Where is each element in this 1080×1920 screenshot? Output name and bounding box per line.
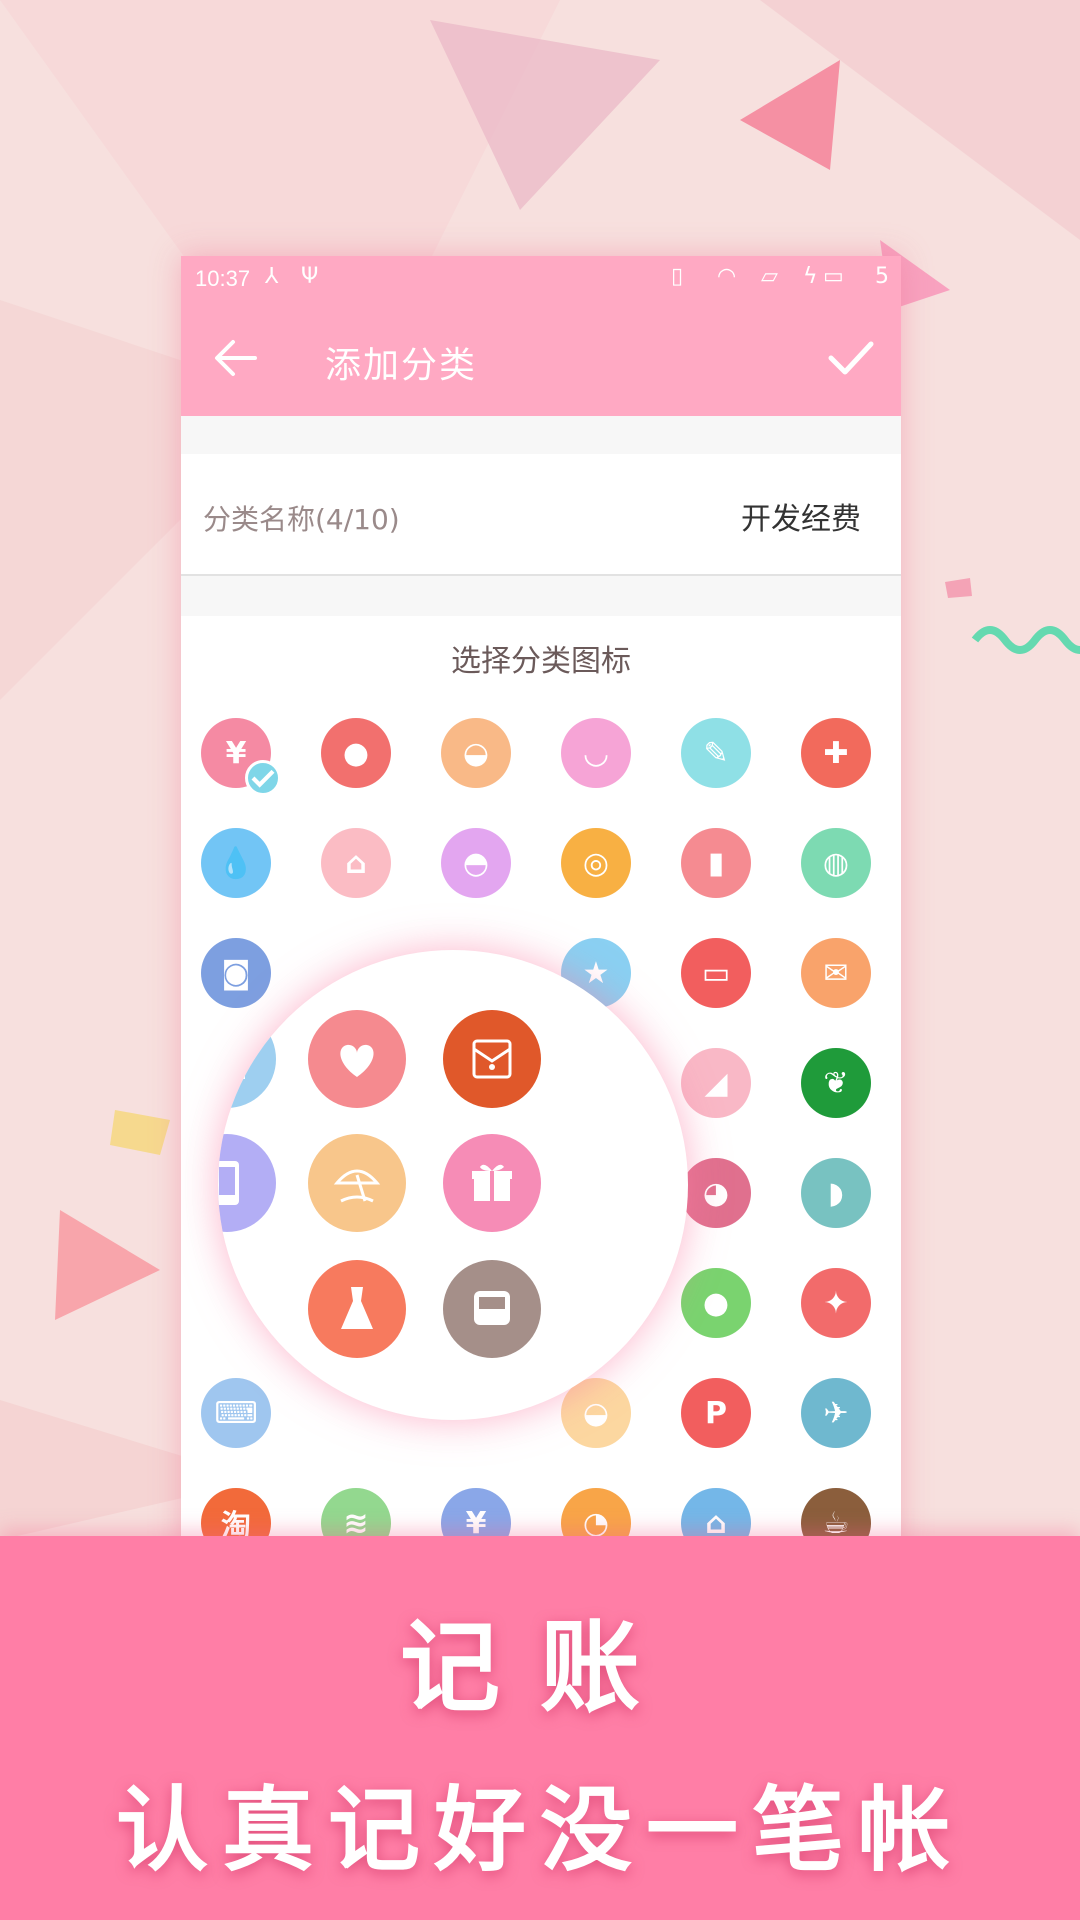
mask-icon[interactable]: ◕ bbox=[681, 1158, 751, 1228]
basketball-icon[interactable]: ◎ bbox=[561, 828, 631, 898]
cookie-icon[interactable]: ● bbox=[321, 718, 391, 788]
party-popper-icon[interactable]: ✦ bbox=[801, 1268, 871, 1338]
phone-icon[interactable] bbox=[218, 1134, 276, 1232]
dress-icon[interactable] bbox=[308, 1260, 406, 1358]
selected-check-icon bbox=[245, 760, 281, 796]
heart-icon[interactable] bbox=[308, 1010, 406, 1108]
banner-title: 记账 bbox=[400, 1609, 680, 1726]
underwear-icon[interactable]: ◡ bbox=[561, 718, 631, 788]
yen-icon[interactable]: ¥ bbox=[201, 718, 281, 796]
leaf-icon[interactable]: ❦ bbox=[801, 1048, 871, 1118]
camera-icon[interactable]: ◙ bbox=[201, 938, 271, 1008]
banner-subtitle: 认真记好没一笔帐 bbox=[115, 1777, 964, 1884]
red-envelope-icon[interactable]: ✉ bbox=[801, 938, 871, 1008]
keyboard-icon[interactable]: ⌨ bbox=[201, 1378, 271, 1448]
phone-screen: 10:37 ⅄ Ψ ▯ ◠ ▱ ϟ ▭ 5 添加分类 分类名称(4/10) 开发… bbox=[181, 256, 901, 1556]
house-icon[interactable]: ⌂ bbox=[321, 828, 391, 898]
hat-icon[interactable]: ◒ bbox=[441, 718, 511, 788]
gift-icon[interactable] bbox=[443, 1134, 541, 1232]
fish-icon[interactable]: ◗ bbox=[801, 1158, 871, 1228]
water-drop-icon[interactable]: 💧 bbox=[201, 828, 271, 898]
lipstick-icon[interactable]: ▮ bbox=[681, 828, 751, 898]
high-heel-icon[interactable]: ◢ bbox=[681, 1048, 751, 1118]
toilet-paper-icon[interactable]: ◍ bbox=[801, 828, 871, 898]
promo-banner: 记账 认真记好没一笔帐 bbox=[0, 1536, 1080, 1920]
envelope-icon[interactable] bbox=[443, 1010, 541, 1108]
icon-magnifier bbox=[218, 950, 688, 1420]
bus-icon[interactable] bbox=[443, 1260, 541, 1358]
pencil-icon[interactable]: ✎ bbox=[681, 718, 751, 788]
beach-umbrella-icon[interactable] bbox=[308, 1134, 406, 1232]
credit-card-icon[interactable]: ▭ bbox=[681, 938, 751, 1008]
airplane-icon[interactable]: ✈ bbox=[801, 1378, 871, 1448]
hat-2-icon[interactable]: ◒ bbox=[561, 1378, 631, 1448]
first-aid-icon[interactable]: ✚ bbox=[801, 718, 871, 788]
parking-icon[interactable]: P bbox=[681, 1378, 751, 1448]
cupcake-icon[interactable]: ◓ bbox=[441, 828, 511, 898]
apple-icon[interactable]: ● bbox=[681, 1268, 751, 1338]
